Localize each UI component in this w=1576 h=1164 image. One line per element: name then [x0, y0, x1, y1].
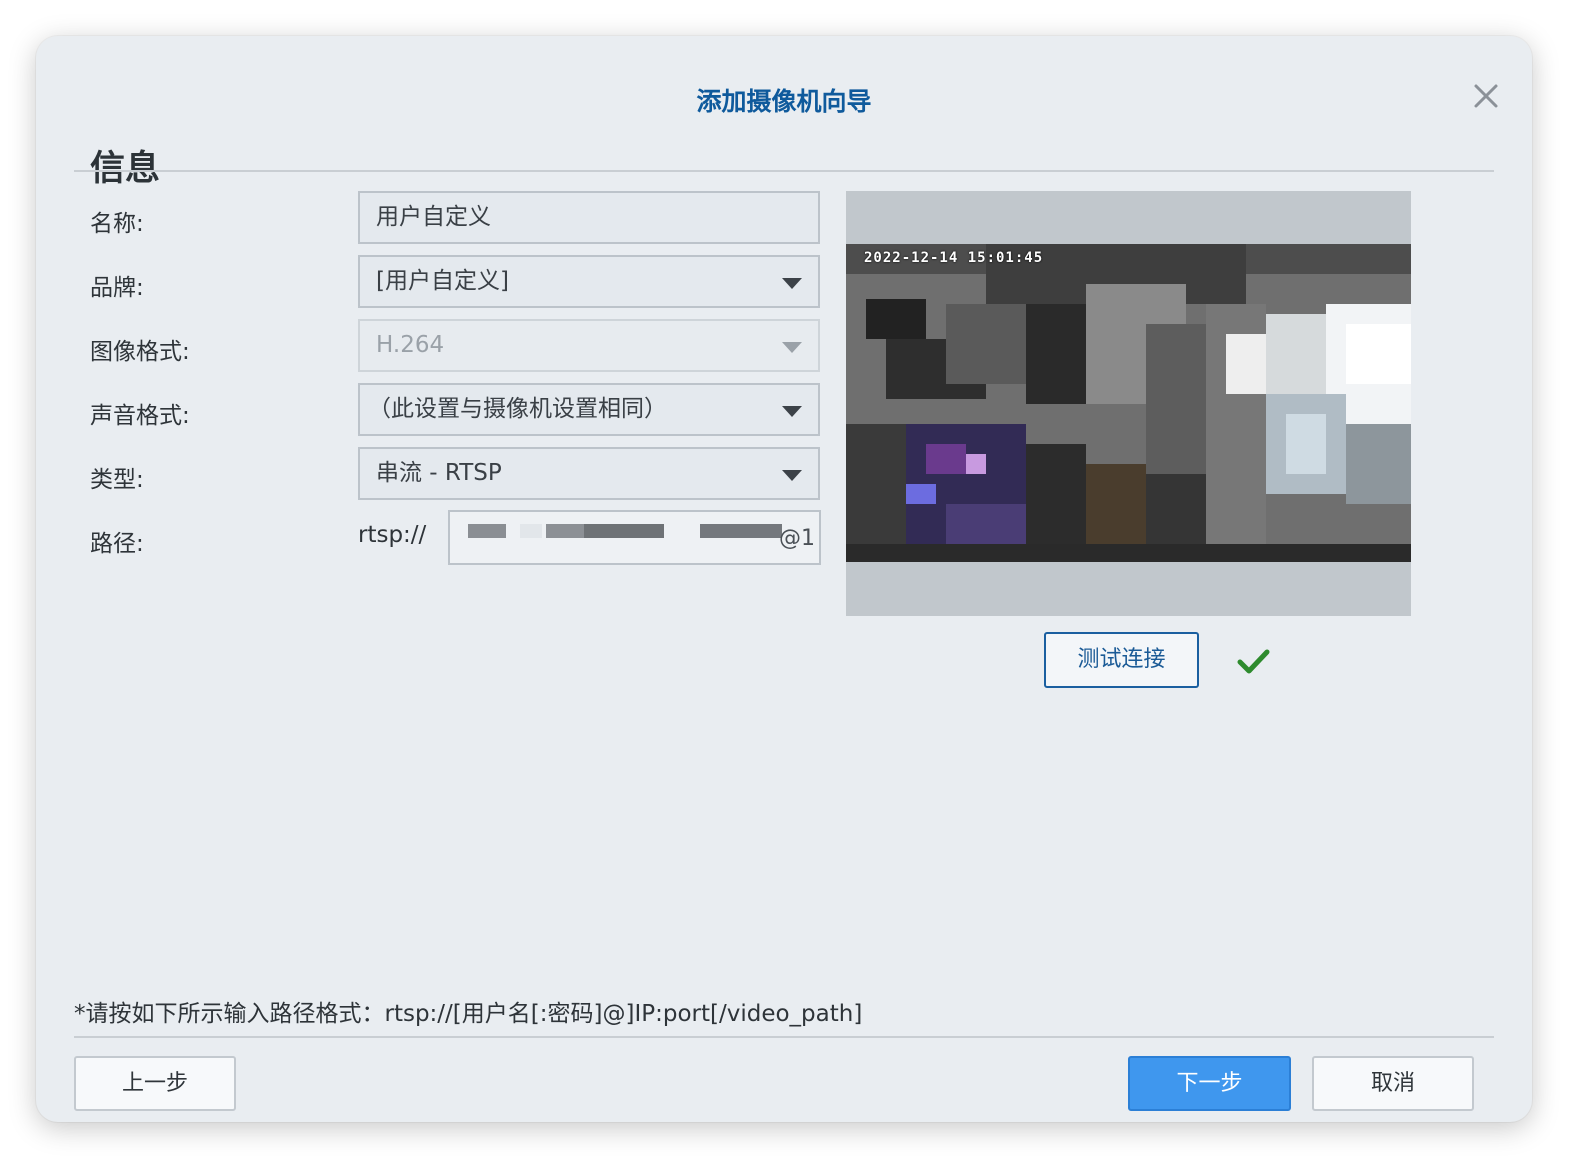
- type-select[interactable]: 串流 - RTSP: [358, 447, 820, 500]
- camera-preview: 2022-12-14 15:01:45: [846, 191, 1411, 616]
- header-divider: [74, 170, 1494, 172]
- close-icon[interactable]: [1472, 82, 1500, 110]
- name-input[interactable]: 用户自定义: [358, 191, 820, 244]
- brand-select[interactable]: [用户自定义]: [358, 255, 820, 308]
- image-format-label: 图像格式:: [90, 339, 190, 365]
- path-label: 路径:: [90, 531, 144, 557]
- cancel-button[interactable]: 取消: [1312, 1056, 1474, 1111]
- next-button[interactable]: 下一步: [1128, 1056, 1291, 1111]
- redacted-text: [520, 524, 542, 538]
- image-format-select-value: H.264: [376, 332, 445, 358]
- pixelated-video-image: [846, 244, 1411, 562]
- brand-label: 品牌:: [90, 275, 144, 301]
- path-input[interactable]: @1: [448, 510, 821, 565]
- chevron-down-icon: [782, 278, 802, 289]
- name-input-value: 用户自定义: [376, 204, 491, 230]
- back-button[interactable]: 上一步: [74, 1056, 236, 1111]
- audio-format-select[interactable]: （此设置与摄像机设置相同）: [358, 383, 820, 436]
- redacted-text: [584, 524, 664, 538]
- chevron-down-icon: [782, 342, 802, 353]
- test-connection-button[interactable]: 测试连接: [1044, 632, 1199, 688]
- name-label: 名称:: [90, 211, 144, 237]
- path-input-suffix: @1: [779, 526, 815, 551]
- redacted-text: [468, 524, 506, 538]
- type-label: 类型:: [90, 467, 144, 493]
- check-icon: [1236, 646, 1272, 678]
- audio-format-label: 声音格式:: [90, 403, 190, 429]
- video-frame: 2022-12-14 15:01:45: [846, 244, 1411, 562]
- chevron-down-icon: [782, 406, 802, 417]
- audio-format-select-value: （此设置与摄像机设置相同）: [368, 396, 667, 422]
- dialog-title: 添加摄像机向导: [696, 87, 872, 116]
- section-title: 信息: [90, 149, 161, 189]
- brand-select-value: [用户自定义]: [376, 268, 509, 294]
- image-format-select: H.264: [358, 319, 820, 372]
- path-prefix: rtsp://: [358, 522, 427, 548]
- path-format-hint: *请按如下所示输入路径格式：rtsp://[用户名[:密码]@]IP:port[…: [74, 1001, 863, 1027]
- chevron-down-icon: [782, 470, 802, 481]
- video-timestamp: 2022-12-14 15:01:45: [864, 250, 1044, 266]
- footer-divider: [74, 1036, 1494, 1038]
- add-camera-wizard-dialog: 添加摄像机向导 信息 名称: 用户自定义 品牌: [用户自定义] 图像格式: H…: [36, 36, 1532, 1122]
- redacted-text: [700, 524, 782, 538]
- type-select-value: 串流 - RTSP: [376, 460, 502, 486]
